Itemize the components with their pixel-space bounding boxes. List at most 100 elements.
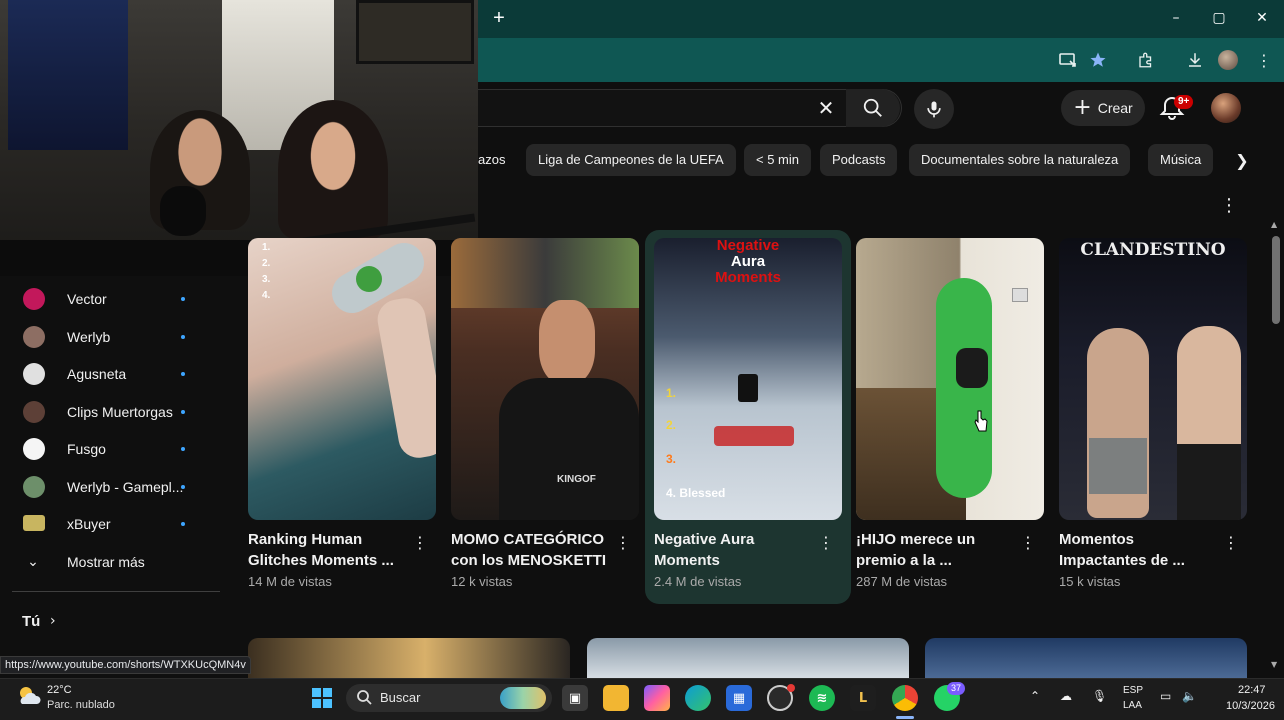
you-section-link[interactable]: Tú bbox=[22, 613, 40, 630]
video-thumbnail[interactable] bbox=[248, 638, 570, 678]
sidebar-subscription-vector[interactable]: Vector bbox=[0, 281, 230, 317]
chip-musica[interactable]: Música bbox=[1148, 144, 1214, 176]
voice-search-button[interactable] bbox=[914, 89, 954, 129]
show-more-button[interactable]: Mostrar más bbox=[67, 554, 145, 570]
more-options-icon[interactable]: ⋮ bbox=[818, 533, 834, 553]
chip-documentales[interactable]: Documentales sobre la naturaleza bbox=[909, 144, 1131, 176]
short-views: 14 M de vistas bbox=[248, 574, 332, 589]
page-scrollbar[interactable] bbox=[1272, 236, 1280, 324]
link-status-url: https://www.youtube.com/shorts/WTXKUcQMN… bbox=[0, 656, 251, 674]
sidebar-subscription-xbuyer[interactable]: xBuyer bbox=[0, 506, 230, 542]
more-options-icon[interactable]: ⋮ bbox=[412, 533, 428, 553]
chrome-menu-icon[interactable]: ⋮ bbox=[1252, 48, 1276, 72]
poster-image bbox=[356, 0, 474, 64]
short-card[interactable]: KINGOF MOMO CATEGÓRICO con los MENOSKETT… bbox=[451, 238, 639, 589]
maximize-button[interactable]: ▢ bbox=[1209, 8, 1229, 28]
profile-avatar-icon[interactable] bbox=[1216, 48, 1240, 72]
video-thumbnail[interactable] bbox=[925, 638, 1247, 678]
short-thumbnail[interactable]: CLANDESTINO bbox=[1059, 238, 1247, 520]
chevron-down-icon[interactable]: ⌄ bbox=[24, 553, 42, 571]
video-thumbnail[interactable] bbox=[587, 638, 909, 678]
short-thumbnail[interactable]: Negative Aura Moments 1. 2. 3. 4. Blesse… bbox=[654, 238, 842, 520]
chevron-right-icon: › bbox=[50, 613, 56, 629]
new-tab-button[interactable]: + bbox=[490, 8, 508, 28]
sidebar-subscription-clips-muertorgas[interactable]: Clips Muertorgas bbox=[0, 394, 230, 430]
overlay-line: Aura bbox=[730, 253, 766, 270]
hand-cursor-icon bbox=[974, 410, 988, 432]
chrome-active-indicator bbox=[896, 716, 914, 719]
sidebar-divider bbox=[12, 591, 220, 592]
webcam-overlay bbox=[0, 0, 478, 276]
chip-podcasts[interactable]: Podcasts bbox=[820, 144, 898, 176]
create-label: Crear bbox=[1097, 100, 1133, 116]
channel-name: Fusgo bbox=[67, 441, 106, 457]
short-thumbnail[interactable] bbox=[856, 238, 1044, 520]
channel-name: Clips Muertorgas bbox=[67, 404, 173, 420]
weather-temperature[interactable]: 22°C bbox=[47, 684, 72, 696]
short-card[interactable]: 1. 2. 3. 4. Ranking Human Glitches Momen… bbox=[248, 238, 436, 589]
volume-icon[interactable]: 🔈 bbox=[1182, 689, 1197, 703]
short-card[interactable]: CLANDESTINO Momentos Impactantes de ... … bbox=[1059, 238, 1247, 589]
short-thumbnail[interactable]: KINGOF bbox=[451, 238, 639, 520]
sidebar-subscription-fusgo[interactable]: Fusgo bbox=[0, 431, 230, 467]
network-icon[interactable]: ▭ bbox=[1160, 689, 1171, 703]
download-icon[interactable] bbox=[1183, 48, 1207, 72]
scroll-up-icon[interactable]: ▲ bbox=[1271, 220, 1277, 229]
section-menu-icon[interactable]: ⋮ bbox=[1220, 194, 1238, 218]
overlay-rank: 4. Blessed bbox=[666, 486, 726, 500]
short-title[interactable]: Momentos Impactantes de ... bbox=[1059, 529, 1219, 571]
sidebar-subscription-werlyb-gameplay[interactable]: Werlyb - Gamepl... bbox=[0, 469, 230, 505]
sidebar-subscription-agusneta[interactable]: Agusneta bbox=[0, 356, 230, 392]
short-title[interactable]: MOMO CATEGÓRICO con los MENOSKETTI bbox=[451, 529, 611, 571]
bookmark-star-icon[interactable] bbox=[1086, 48, 1110, 72]
input-layout[interactable]: LAA bbox=[1123, 700, 1142, 711]
short-title[interactable]: Negative Aura Moments bbox=[654, 529, 814, 571]
new-content-dot bbox=[181, 522, 185, 526]
extensions-icon[interactable] bbox=[1134, 48, 1158, 72]
input-language[interactable]: ESP bbox=[1123, 685, 1143, 696]
search-button[interactable] bbox=[846, 89, 900, 127]
short-card[interactable]: Negative Aura Moments 1. 2. 3. 4. Blesse… bbox=[654, 238, 842, 589]
more-options-icon[interactable]: ⋮ bbox=[1223, 533, 1239, 553]
file-explorer-icon[interactable] bbox=[603, 685, 629, 711]
channel-name: Werlyb - Gamepl... bbox=[67, 479, 184, 495]
chip-scroll-right-icon[interactable]: ❯ bbox=[1226, 144, 1258, 176]
edge-browser-icon[interactable] bbox=[685, 685, 711, 711]
windows-start-icon[interactable] bbox=[309, 685, 335, 711]
account-avatar[interactable] bbox=[1211, 93, 1241, 123]
more-options-icon[interactable]: ⋮ bbox=[1020, 533, 1036, 553]
create-button[interactable]: + Crear bbox=[1061, 90, 1145, 126]
show-hidden-icons-chevron-icon[interactable]: ⌃ bbox=[1030, 689, 1040, 703]
clear-search-icon[interactable]: ✕ bbox=[812, 94, 840, 122]
scroll-down-icon[interactable]: ▼ bbox=[1271, 660, 1277, 669]
task-view-icon[interactable]: ▣ bbox=[562, 685, 588, 711]
microphone-tray-icon[interactable]: 🎙 bbox=[1092, 689, 1107, 703]
sidebar-subscription-werlyb[interactable]: Werlyb bbox=[0, 319, 230, 355]
install-app-icon[interactable] bbox=[1056, 48, 1080, 72]
weather-description[interactable]: Parc. nublado bbox=[47, 699, 115, 711]
overlay-text: KINGOF bbox=[557, 474, 596, 485]
clock-time[interactable]: 22:47 bbox=[1238, 684, 1266, 696]
spotify-icon[interactable]: ≋ bbox=[809, 685, 835, 711]
app-l-icon[interactable]: L bbox=[850, 685, 876, 711]
channel-name: xBuyer bbox=[67, 516, 111, 532]
copilot-icon[interactable] bbox=[644, 685, 670, 711]
clock-date[interactable]: 10/3/2026 bbox=[1226, 700, 1275, 712]
channel-avatar bbox=[23, 515, 45, 531]
overlay-line: Moments bbox=[715, 269, 781, 286]
chrome-icon[interactable] bbox=[892, 685, 918, 711]
chip-liga-campeones[interactable]: Liga de Campeones de la UEFA bbox=[526, 144, 736, 176]
short-title[interactable]: ¡HIJO merece un premio a la ... bbox=[856, 529, 1016, 571]
channel-name: Vector bbox=[67, 291, 107, 307]
short-title[interactable]: Ranking Human Glitches Moments ... bbox=[248, 529, 408, 571]
short-thumbnail[interactable]: 1. 2. 3. 4. bbox=[248, 238, 436, 520]
short-card[interactable]: ¡HIJO merece un premio a la ... ⋮ 287 M … bbox=[856, 238, 1044, 589]
onedrive-cloud-icon[interactable]: ☁ bbox=[1060, 689, 1072, 703]
close-window-button[interactable]: ✕ bbox=[1252, 8, 1272, 28]
weather-cloud-icon[interactable] bbox=[16, 684, 42, 708]
minimize-button[interactable]: – bbox=[1166, 8, 1186, 28]
microsoft-store-icon[interactable]: ▦ bbox=[726, 685, 752, 711]
more-options-icon[interactable]: ⋮ bbox=[615, 533, 631, 553]
person-right-image bbox=[278, 100, 388, 240]
chip-under-5-min[interactable]: < 5 min bbox=[744, 144, 811, 176]
